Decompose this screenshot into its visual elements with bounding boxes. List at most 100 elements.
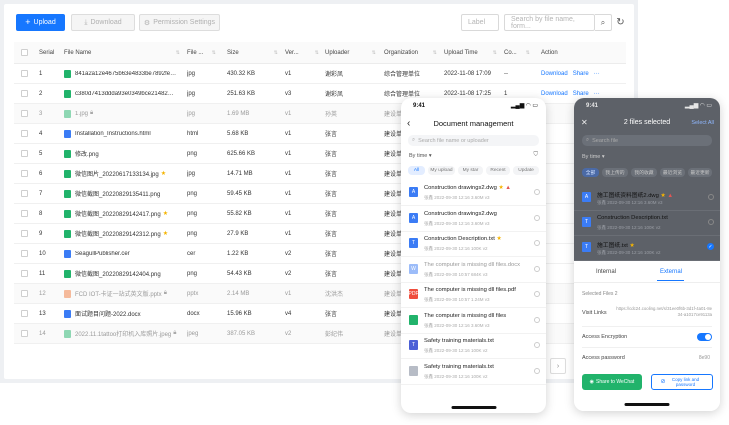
row-checkbox[interactable] (21, 290, 28, 297)
file-list-item[interactable]: A Construction drawings2.dwg 张鑫 2022-09-… (401, 207, 546, 232)
search-input[interactable]: ⌕ Search file name or uploader (408, 135, 539, 146)
download-link[interactable]: Download (541, 91, 568, 97)
row-checkbox[interactable] (21, 70, 28, 77)
chevron-down-icon: ▾ (428, 153, 432, 159)
header-organization[interactable]: Organization ⇅ (384, 42, 441, 63)
tab-all[interactable]: 全部 (582, 168, 599, 177)
table-row[interactable]: 1 841a2a12e4675b63e4833be7892febf.jpg jp… (14, 64, 626, 84)
select-all-checkbox[interactable] (21, 49, 28, 56)
search-input[interactable]: Search by file name, form... (504, 14, 595, 31)
visit-links-value[interactable]: https://cdc24.cooling.net/s/31ee0f6b-3d1… (614, 306, 712, 318)
share-link[interactable]: Share (573, 91, 589, 97)
select-radio[interactable] (534, 214, 540, 221)
file-list-item[interactable]: A Construction drawings2.dwg ★ ▲ 张鑫 2022… (401, 181, 546, 206)
row-checkbox[interactable] (21, 190, 28, 197)
sort-dropdown[interactable]: By time ▾ (409, 153, 432, 159)
row-checkbox[interactable] (21, 210, 28, 217)
tab-all[interactable]: All (408, 166, 425, 175)
status-bar: 9:41 ▂▄▆ ◠ ▭ (574, 98, 720, 112)
share-to-wechat-button[interactable]: ◉ Share to WeChat (582, 374, 642, 390)
access-encryption-toggle[interactable] (697, 333, 712, 341)
header-uploader[interactable]: Uploader ⇅ (325, 42, 380, 63)
select-radio[interactable] (534, 240, 540, 246)
file-list-item[interactable]: The computer is missing dll files 张鑫 202… (401, 309, 546, 334)
more-icon[interactable]: ··· (594, 71, 600, 77)
tab-my-upload[interactable]: My upload (428, 166, 455, 175)
next-page-button[interactable]: › (550, 358, 566, 374)
select-radio[interactable] (534, 367, 540, 374)
header-co[interactable]: Co... ⇅ (504, 42, 534, 63)
search-button[interactable]: ⌕ (595, 14, 612, 31)
tab-update[interactable]: Update (513, 166, 539, 175)
cell-file-name[interactable]: c380d7413ddda93e0349bce2148280.jpg (64, 84, 186, 103)
tab-my-upload[interactable]: 我上传的 (602, 168, 628, 177)
cell-file-name[interactable]: 微信截图_20220829142404.png (64, 264, 186, 283)
cell-file-name[interactable]: SeagullPublisher.cer (64, 244, 186, 263)
share-tab-internal[interactable]: Internal (596, 269, 616, 275)
copy-link-button[interactable]: ⊘ Copy link and password (651, 374, 713, 390)
select-radio[interactable] (534, 265, 540, 272)
row-checkbox[interactable] (21, 310, 28, 317)
header-version[interactable]: Ver... ⇅ (285, 42, 323, 63)
upload-button[interactable]: + Upload (16, 14, 65, 31)
tab-my-star[interactable]: 我的收藏 (631, 168, 657, 177)
cell-version: v4 (285, 310, 292, 317)
row-checkbox[interactable] (21, 270, 28, 277)
cell-file-name[interactable]: Installation_Instructions.html (64, 124, 186, 143)
share-link[interactable]: Share (573, 71, 589, 77)
sort-dropdown[interactable]: By time ▾ (582, 154, 605, 160)
file-list-item[interactable]: T Construction Description.txt ★ 张鑫 2022… (401, 232, 546, 257)
select-radio[interactable] (534, 189, 540, 195)
permission-settings-button[interactable]: ⚙ Permission Settings (139, 14, 220, 31)
select-radio[interactable] (534, 316, 540, 323)
row-checkbox[interactable] (21, 230, 28, 237)
row-checkbox[interactable] (21, 250, 28, 257)
file-list-item[interactable]: PDF The computer is missing dll files.pd… (401, 283, 546, 308)
header-size[interactable]: Size ⇅ (227, 42, 282, 63)
search-input[interactable]: ⌕ Search file (582, 135, 712, 146)
cell-file-name[interactable]: 微信截图_20220829142417.png ★ (64, 204, 186, 223)
header-file-name[interactable]: File Name ⇅ (64, 42, 184, 63)
download-button[interactable]: ⤓ Download (71, 14, 135, 31)
cell-uploader: 谢彩凤 (325, 72, 344, 78)
cell-file-name[interactable]: 面试题目问题-2022.docx (64, 304, 186, 323)
cell-file-name[interactable]: FCD IOT-卡证一站式英文版.pptx 🔒︎ (64, 284, 186, 303)
share-tab-external[interactable]: External (660, 269, 682, 275)
cell-file-name[interactable]: 微信图片_20220617133134.jpg ★ (64, 164, 186, 183)
download-link[interactable]: Download (541, 71, 568, 77)
filter-icon[interactable]: ⛉ (533, 152, 538, 159)
tab-recent[interactable]: Recent (486, 166, 510, 175)
cell-file-name[interactable]: 1.jpg 🔒︎ (64, 104, 186, 123)
selected-file-item[interactable]: T Construction Description.txt 张鑫 2022-0… (574, 211, 720, 236)
select-radio[interactable] (534, 342, 540, 348)
row-checkbox[interactable] (21, 330, 28, 337)
header-upload-time[interactable]: Upload Time ⇅ (444, 42, 501, 63)
select-radio[interactable] (708, 219, 714, 225)
row-checkbox[interactable] (21, 130, 28, 137)
select-radio[interactable] (534, 291, 540, 297)
header-file-type[interactable]: File ... ⇅ (187, 42, 220, 63)
checked-icon[interactable]: ✓ (707, 243, 714, 250)
tab-recent[interactable]: 最近浏览 (660, 168, 685, 177)
row-checkbox[interactable] (21, 90, 28, 97)
cell-file-name[interactable]: 微信截图_20220829142312.png ★ (64, 224, 186, 243)
tab-update[interactable]: 最近更新 (688, 168, 712, 177)
row-checkbox[interactable] (21, 110, 28, 117)
label-filter-input[interactable]: Label (461, 14, 499, 31)
cell-file-name[interactable]: 微信截图_20220829135411.png (64, 184, 186, 203)
file-list-item[interactable]: Safety training materials.txt 张鑫 2022-09… (401, 360, 546, 385)
select-radio[interactable] (708, 194, 714, 200)
more-icon[interactable]: ··· (594, 91, 600, 97)
tab-my-star[interactable]: My star (458, 166, 483, 175)
cell-file-name[interactable]: 841a2a12e4675b63e4833be7892febf.jpg (64, 64, 186, 83)
file-list-item[interactable]: W The computer is missing dll files.docx… (401, 258, 546, 283)
cell-file-name[interactable]: 修改.png (64, 144, 186, 163)
refresh-button[interactable]: ↻ (612, 14, 629, 31)
cell-file-name[interactable]: 2022.11.1tattoo打印机入库照片.jpeg 🔒︎ (64, 324, 186, 343)
select-all-link[interactable]: Select All (691, 120, 714, 126)
file-list-item[interactable]: T Safety training materials.txt 张鑫 2022-… (401, 334, 546, 359)
selected-file-item[interactable]: T 施工图纸.txt ★ 张鑫 2022-09-30 12:16 100K v2… (574, 236, 720, 261)
row-checkbox[interactable] (21, 150, 28, 157)
selected-file-item[interactable]: A 施工图纸资料图纸2.dwg ★ ▲ 张鑫 2022-09-30 12:16 … (574, 186, 720, 211)
row-checkbox[interactable] (21, 170, 28, 177)
